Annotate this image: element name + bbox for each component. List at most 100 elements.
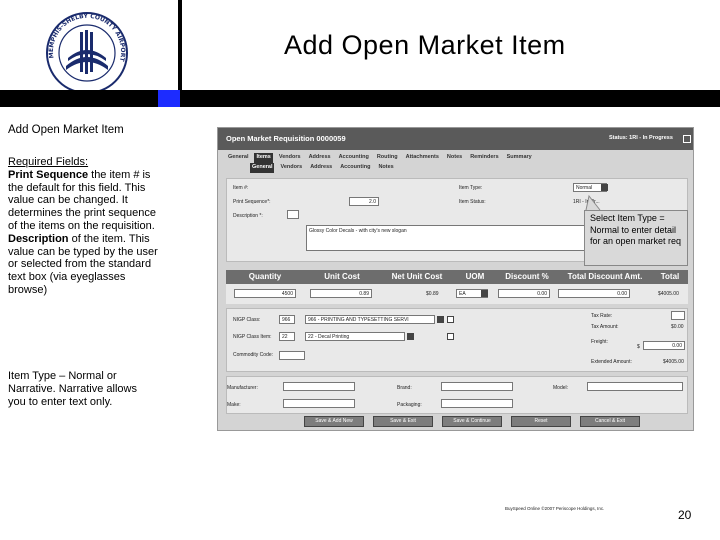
- print-seq-label: Print Sequence*:: [233, 199, 271, 205]
- packaging-label: Packaging:: [397, 402, 422, 408]
- unit-cost-input[interactable]: 0.89: [310, 289, 372, 298]
- extended-amount-label: Extended Amount:: [591, 359, 632, 365]
- tax-amount-label: Tax Amount:: [591, 324, 619, 330]
- make-label: Make:: [227, 402, 241, 408]
- save-continue-button[interactable]: Save & Continue: [442, 416, 502, 427]
- tab-accounting[interactable]: Accounting: [337, 153, 371, 163]
- packaging-input[interactable]: [441, 399, 513, 408]
- action-buttons: Save & Add New Save & Exit Save & Contin…: [304, 416, 640, 427]
- save-exit-button[interactable]: Save & Exit: [373, 416, 433, 427]
- col-net-unit-cost: Net Unit Cost: [391, 272, 443, 281]
- cancel-exit-button[interactable]: Cancel & Exit: [580, 416, 640, 427]
- pricing-row: 4500 0.89 $0.89 EA 0.00 0.00 $4005.00: [226, 284, 688, 304]
- nigp-class-dropdown-arrow-icon[interactable]: [437, 316, 444, 323]
- net-unit-cost-value: $0.89: [426, 291, 439, 297]
- freight-label: Freight:: [591, 339, 608, 345]
- make-input[interactable]: [283, 399, 355, 408]
- tax-amount-value: $0.00: [671, 324, 684, 330]
- item-status-label: Item Status:: [459, 199, 486, 205]
- item-type-dropdown-arrow-icon[interactable]: [601, 184, 608, 191]
- item-type-callout: Select Item Type = Normal to enter detai…: [584, 210, 688, 266]
- app-header: Open Market Requisition 0000059 Status: …: [218, 128, 693, 150]
- eyeglasses-browse-icon[interactable]: [287, 210, 299, 219]
- model-label: Model:: [553, 385, 569, 391]
- description-textarea[interactable]: Glossy Color Decals - with city's new sl…: [306, 225, 596, 251]
- manufacturer-input[interactable]: [283, 382, 355, 391]
- header-divider: [178, 0, 182, 92]
- tab-reminders[interactable]: Reminders: [468, 153, 500, 163]
- nigp-class-label: NIGP Class:: [233, 317, 261, 323]
- brand-input[interactable]: [441, 382, 513, 391]
- reset-button[interactable]: Reset: [511, 416, 571, 427]
- col-discount: Discount %: [505, 272, 549, 281]
- col-unit-cost: Unit Cost: [324, 272, 360, 281]
- subtab-notes[interactable]: Notes: [376, 163, 395, 173]
- required-fields-heading: Required Fields:: [8, 156, 89, 168]
- freight-input[interactable]: 0.00: [643, 341, 685, 350]
- subtab-accounting[interactable]: Accounting: [338, 163, 372, 173]
- commodity-code-label: Commodity Code:: [233, 352, 274, 358]
- nigp-item-select[interactable]: 22 - Decal Printing: [305, 332, 405, 341]
- manufacturer-panel: Manufacturer: Brand: Model: Make: Packag…: [226, 376, 688, 414]
- item-type-label: Item Type:: [459, 185, 483, 191]
- description-term: Description: [8, 232, 69, 245]
- nigp-class-input[interactable]: 966: [279, 315, 295, 324]
- item-no-label: Item #:: [233, 185, 249, 191]
- nigp-item-browse-icon[interactable]: [447, 333, 454, 340]
- page-number: 20: [678, 508, 692, 522]
- col-total-discount: Total Discount Amt.: [567, 272, 643, 281]
- tab-items[interactable]: Items: [254, 153, 273, 163]
- item-type-note: Item Type – Normal or Narrative. Narrati…: [8, 370, 137, 408]
- brand-label: Brand:: [397, 385, 412, 391]
- tab-general[interactable]: General: [226, 153, 250, 163]
- print-sequence-term: Print Sequence: [8, 168, 89, 181]
- subtab-general[interactable]: General: [250, 163, 275, 173]
- nigp-item-input[interactable]: 22: [279, 332, 295, 341]
- description-label: Description *:: [233, 213, 263, 219]
- item-status-value: 1RI - In Pr...: [573, 199, 600, 205]
- tax-rate-label: Tax Rate:: [591, 313, 613, 319]
- quantity-input[interactable]: 4500: [234, 289, 296, 298]
- pricing-grid-header: Quantity Unit Cost Net Unit Cost UOM Dis…: [226, 270, 688, 284]
- tax-rate-select[interactable]: [671, 311, 685, 320]
- status-badge: Status: 1RI - In Progress: [609, 135, 673, 141]
- tab-routing[interactable]: Routing: [375, 153, 400, 163]
- uom-dropdown-arrow-icon[interactable]: [481, 290, 488, 297]
- accent-square: [158, 90, 180, 107]
- required-fields-notes: Required Fields: Print Sequence the item…: [8, 156, 158, 297]
- total-discount-input[interactable]: 0.00: [558, 289, 630, 298]
- tab-notes[interactable]: Notes: [445, 153, 464, 163]
- title-bar: [0, 90, 720, 107]
- manufacturer-label: Manufacturer:: [227, 385, 258, 391]
- slide-subtitle: Add Open Market Item: [8, 124, 124, 136]
- tab-attachments[interactable]: Attachments: [404, 153, 441, 163]
- nigp-class-select[interactable]: 966 - PRINTING AND TYPESETTING SERVI: [305, 315, 435, 324]
- tab-vendors[interactable]: Vendors: [277, 153, 303, 163]
- col-quantity: Quantity: [248, 272, 282, 281]
- nigp-class-browse-icon[interactable]: [447, 316, 454, 323]
- total-value: $4005.00: [658, 291, 679, 297]
- col-total: Total: [660, 272, 680, 281]
- discount-input[interactable]: 0.00: [498, 289, 550, 298]
- nigp-item-dropdown-arrow-icon[interactable]: [407, 333, 414, 340]
- commodity-code-input[interactable]: [279, 351, 305, 360]
- print-seq-input[interactable]: 2.0: [349, 197, 379, 206]
- tab-address[interactable]: Address: [307, 153, 333, 163]
- main-tabs: General Items Vendors Address Accounting…: [226, 153, 534, 163]
- subtab-address[interactable]: Address: [308, 163, 334, 173]
- nigp-panel: NIGP Class: 966 966 - PRINTING AND TYPES…: [226, 308, 688, 372]
- sub-tabs: General Vendors Address Accounting Notes: [250, 163, 396, 173]
- nigp-item-label: NIGP Class Item:: [233, 334, 272, 340]
- requisition-title: Open Market Requisition 0000059: [226, 134, 346, 143]
- subtab-vendors[interactable]: Vendors: [278, 163, 304, 173]
- tab-summary[interactable]: Summary: [505, 153, 534, 163]
- requisition-screenshot: Open Market Requisition 0000059 Status: …: [217, 127, 694, 431]
- copyright-footer: BuySpeed Online ©2007 Periscope Holdings…: [505, 506, 605, 511]
- model-input[interactable]: [587, 382, 683, 391]
- col-uom: UOM: [465, 272, 485, 281]
- save-add-new-button[interactable]: Save & Add New: [304, 416, 364, 427]
- airport-authority-logo: MEMPHIS-SHELBY COUNTY AIRPORT AUTHORITY: [44, 10, 128, 94]
- freight-currency: $: [637, 344, 640, 350]
- printer-icon[interactable]: [683, 135, 691, 143]
- slide-title: Add Open Market Item: [284, 30, 566, 60]
